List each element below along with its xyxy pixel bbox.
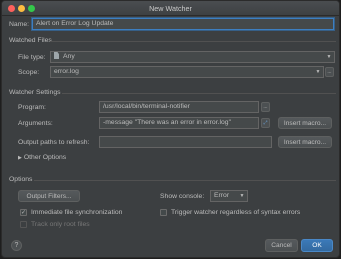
show-console-select[interactable]: Error ▼ (210, 190, 248, 202)
title-bar: New Watcher (2, 1, 339, 16)
arguments-label: Arguments: (18, 120, 53, 127)
watched-files-divider (50, 41, 336, 42)
trigger-regardless-label: Trigger watcher regardless of syntax err… (171, 209, 301, 216)
name-input[interactable]: Alert on Error Log Update (32, 18, 334, 30)
watched-files-header: Watched Files (9, 37, 52, 44)
chevron-down-icon: ▼ (239, 193, 245, 199)
program-browse-button[interactable]: ... (261, 102, 270, 112)
watcher-settings-divider (62, 93, 336, 94)
immediate-sync-label: Immediate file synchronization (31, 209, 123, 216)
chevron-down-icon: ▼ (315, 69, 321, 75)
trigger-regardless-checkbox[interactable] (160, 209, 167, 216)
name-label: Name: (9, 21, 30, 28)
track-only-root-label: Track only root files (31, 221, 90, 228)
output-paths-label: Output paths to refresh: (18, 139, 90, 146)
ok-button[interactable]: OK (301, 239, 333, 252)
watcher-settings-header: Watcher Settings (9, 89, 61, 96)
arguments-input[interactable]: -message "There was an error in error.lo… (99, 117, 259, 129)
track-only-root-checkbox (20, 221, 27, 228)
program-label: Program: (18, 104, 46, 111)
cancel-button[interactable]: Cancel (265, 239, 298, 252)
file-icon (54, 52, 59, 59)
output-paths-insert-macro-button[interactable]: Insert macro... (278, 136, 332, 148)
arguments-insert-macro-button[interactable]: Insert macro... (278, 117, 332, 129)
scope-select[interactable]: error.log ▼ (50, 66, 324, 78)
output-paths-input[interactable] (99, 136, 272, 148)
chevron-down-icon: ▼ (326, 54, 332, 60)
new-watcher-dialog: New Watcher Name: Alert on Error Log Upd… (1, 0, 340, 258)
program-input[interactable]: /usr/local/bin/terminal-notifier (99, 101, 259, 113)
output-filters-button[interactable]: Output Filters... (18, 190, 80, 202)
other-options-label: Other Options (23, 154, 67, 161)
file-type-value: Any (63, 53, 75, 60)
scope-label: Scope: (18, 69, 40, 76)
file-type-label: File type: (18, 54, 46, 61)
expand-icon[interactable]: ⤢ (261, 118, 270, 128)
options-divider (34, 180, 336, 181)
window-title: New Watcher (149, 4, 192, 13)
file-type-select[interactable]: Any ▼ (50, 51, 335, 63)
chevron-right-icon: ▶ (18, 155, 22, 161)
show-console-label: Show console: (160, 193, 205, 200)
other-options-toggle[interactable]: ▶ Other Options (18, 154, 66, 161)
help-button[interactable]: ? (11, 240, 22, 251)
scope-value: error.log (54, 68, 79, 75)
immediate-sync-checkbox[interactable]: ✓ (20, 209, 27, 216)
options-header: Options (9, 176, 33, 183)
show-console-value: Error (214, 192, 230, 199)
scope-browse-button[interactable]: ... (325, 67, 334, 77)
